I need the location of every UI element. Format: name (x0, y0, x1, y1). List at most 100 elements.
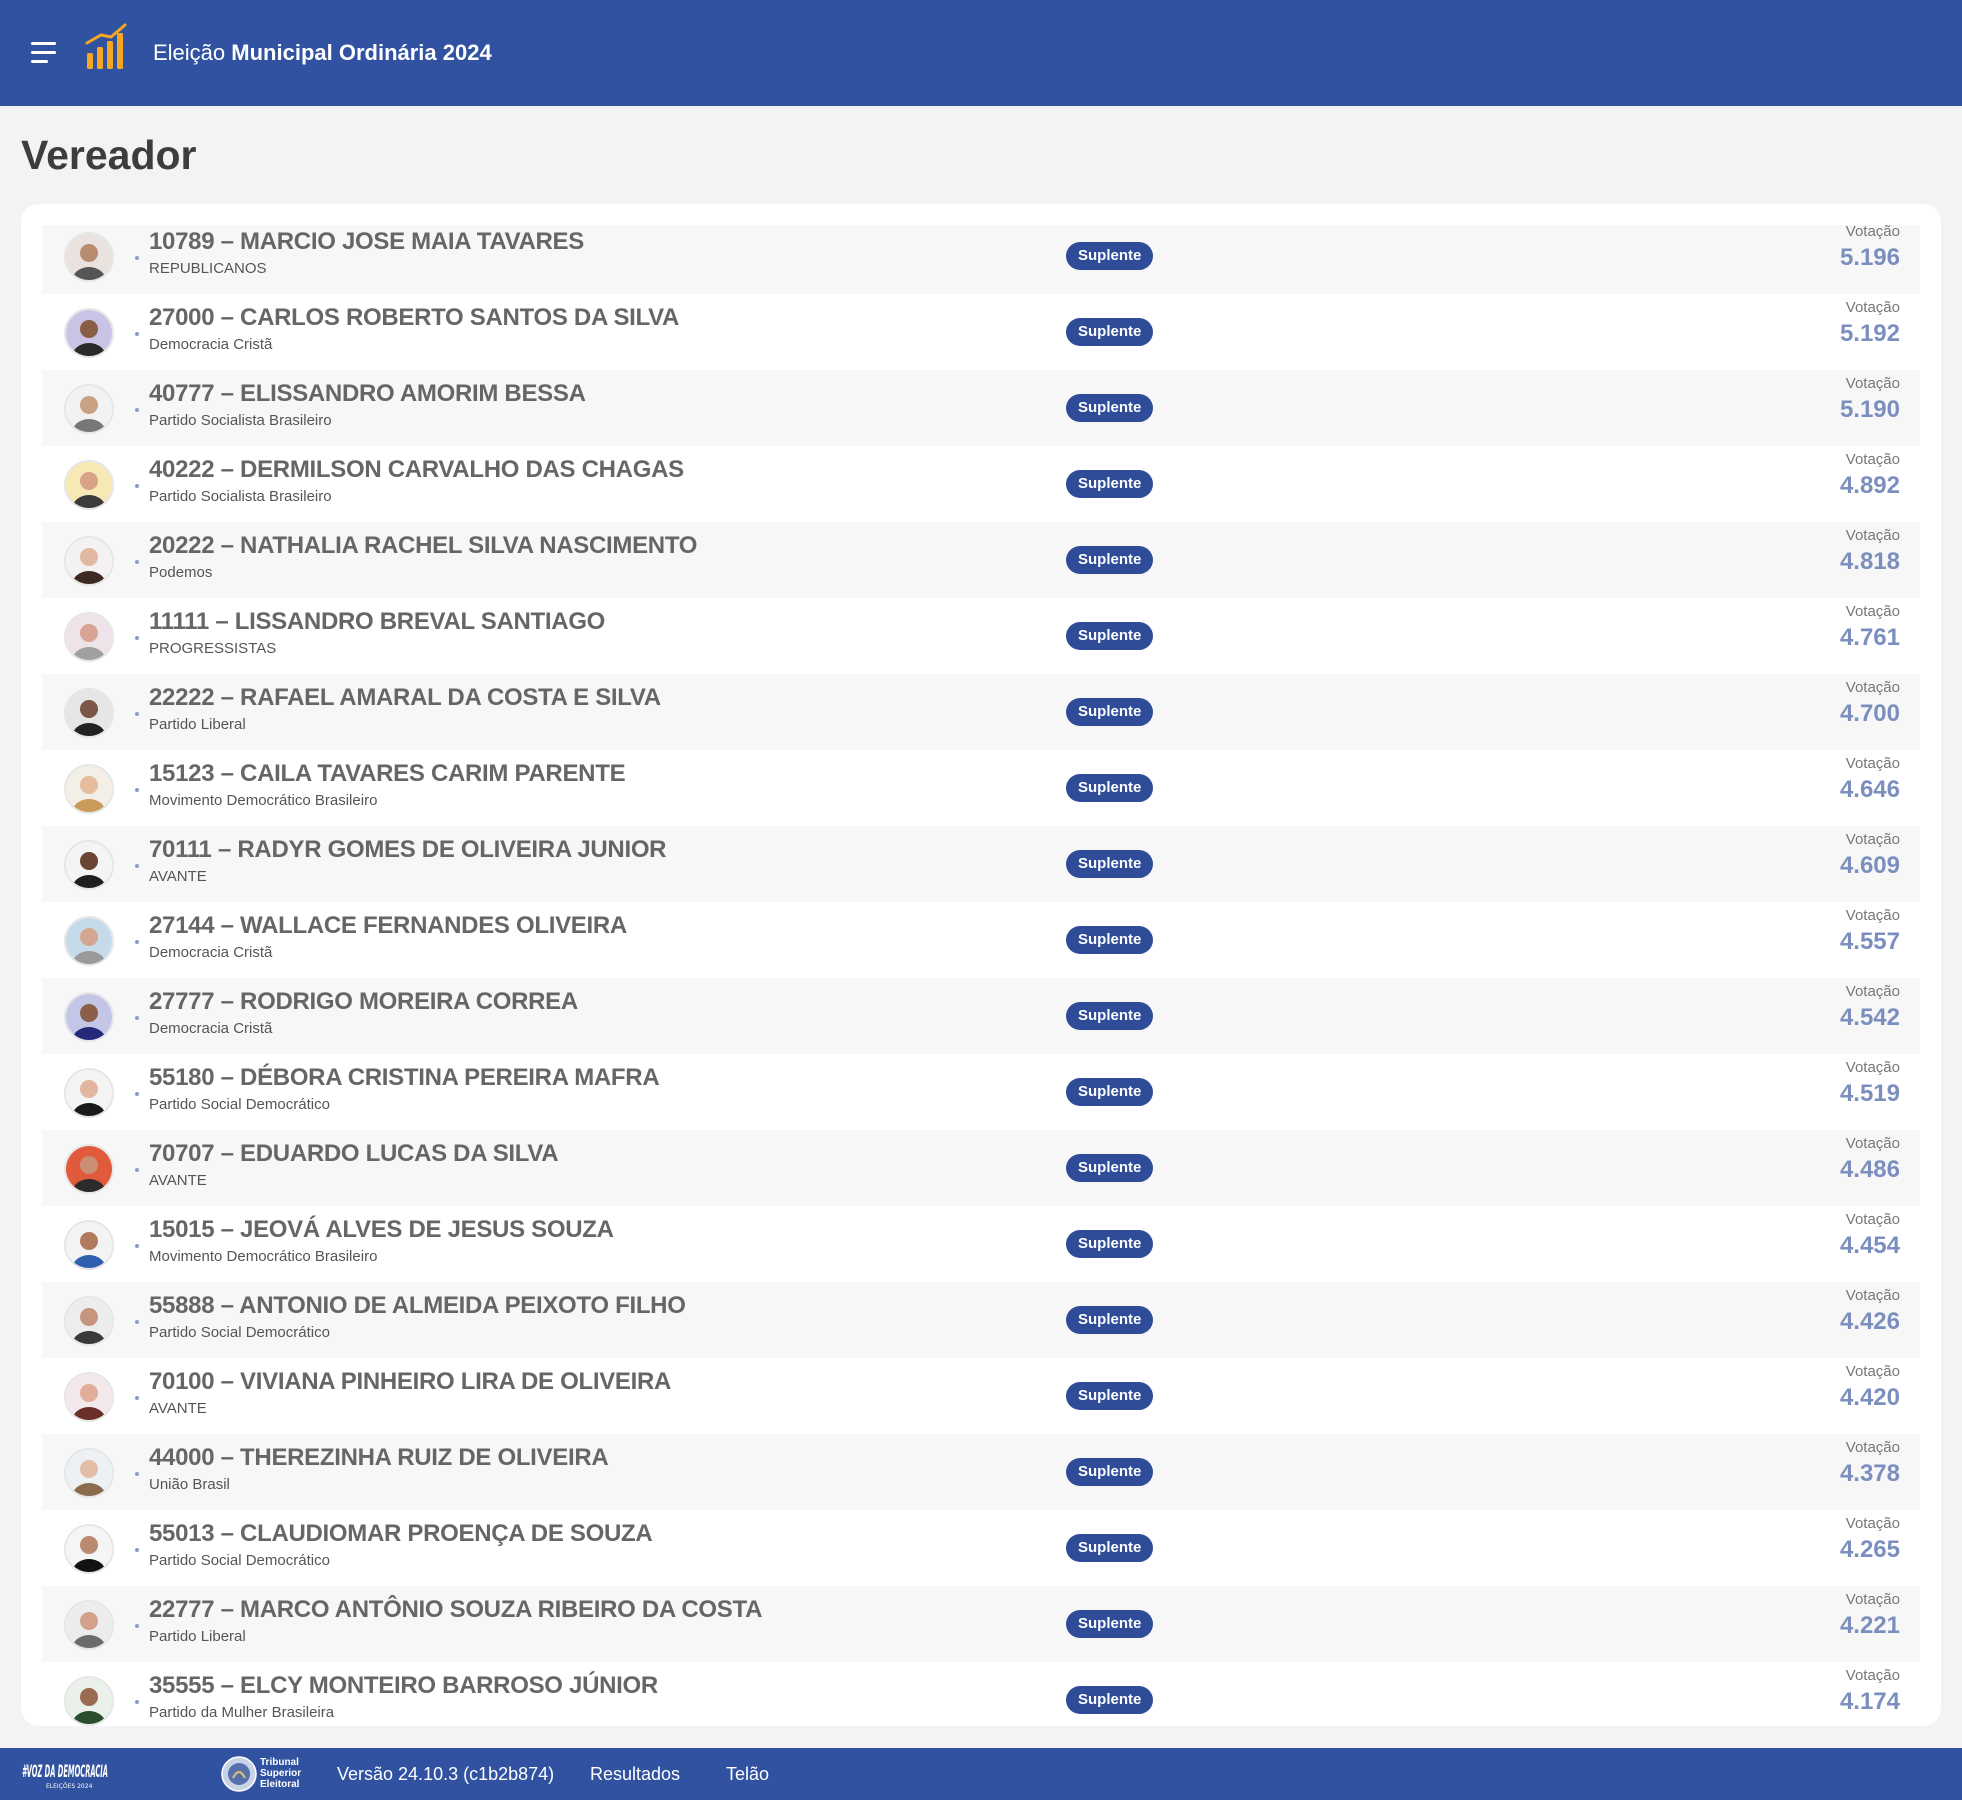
tse-seal-icon (221, 1756, 257, 1792)
vote-label: Votação (1845, 1439, 1900, 1456)
candidate-party: Partido Socialista Brasileiro (149, 488, 332, 505)
separator-dot (135, 332, 139, 336)
candidate-party: Partido Liberal (149, 716, 246, 733)
candidate-photo (64, 1296, 114, 1346)
person-avatar-icon (66, 918, 112, 964)
candidate-name: 55180 – DÉBORA CRISTINA PEREIRA MAFRA (149, 1064, 660, 1091)
candidate-photo (64, 1144, 114, 1194)
person-avatar-icon (66, 1602, 112, 1648)
candidate-row[interactable]: 27144 – WALLACE FERNANDES OLIVEIRA Democr… (42, 902, 1920, 978)
candidate-party: Partido da Mulher Brasileira (149, 1704, 335, 1721)
status-badge: Suplente (1066, 242, 1154, 270)
person-avatar-icon (66, 462, 112, 508)
status-badge: Suplente (1066, 1534, 1154, 1562)
candidate-photo (64, 384, 114, 434)
vote-count: 4.519 (1839, 1080, 1900, 1107)
status-badge: Suplente (1066, 1306, 1154, 1334)
status-badge: Suplente (1066, 1078, 1154, 1106)
candidate-row[interactable]: 55180 – DÉBORA CRISTINA PEREIRA MAFRA Par… (42, 1054, 1920, 1130)
candidate-row[interactable]: 20222 – NATHALIA RACHEL SILVA NASCIMENTO… (42, 522, 1920, 598)
candidate-party: Partido Social Democrático (149, 1096, 330, 1113)
screen-link[interactable]: Telão (726, 1764, 769, 1785)
candidate-row[interactable]: 27000 – CARLOS ROBERTO SANTOS DA SILVA De… (42, 294, 1920, 370)
candidate-row[interactable]: 70100 – VIVIANA PINHEIRO LIRA DE OLIVEIR… (42, 1358, 1920, 1434)
vote-count: 4.486 (1839, 1156, 1900, 1183)
separator-dot (135, 788, 139, 792)
person-avatar-icon (66, 1526, 112, 1572)
separator-dot (135, 256, 139, 260)
vote-count: 4.265 (1839, 1536, 1900, 1563)
candidate-name: 70111 – RADYR GOMES DE OLIVEIRA JUNIOR (149, 836, 667, 863)
candidate-row[interactable]: 27777 – RODRIGO MOREIRA CORREA Democracia… (42, 978, 1920, 1054)
candidate-row[interactable]: 55888 – ANTONIO DE ALMEIDA PEIXOTO FILHO… (42, 1282, 1920, 1358)
candidate-photo (64, 232, 114, 282)
hamburger-menu-icon[interactable] (31, 42, 56, 63)
vote-count: 4.700 (1839, 700, 1900, 727)
vote-count: 4.420 (1839, 1384, 1900, 1411)
voz-logo-sub: ELEIÇÕES 2024 (46, 1783, 93, 1790)
candidate-name: 27777 – RODRIGO MOREIRA CORREA (149, 988, 578, 1015)
candidate-name: 27144 – WALLACE FERNANDES OLIVEIRA (149, 912, 627, 939)
candidate-row[interactable]: 70707 – EDUARDO LUCAS DA SILVA AVANTE Supl… (42, 1130, 1920, 1206)
candidate-list[interactable]: 10789 – MARCIO JOSE MAIA TAVARES REPUBLIC… (42, 225, 1920, 1726)
vote-label: Votação (1845, 1515, 1900, 1532)
candidate-row[interactable]: 44000 – THEREZINHA RUIZ DE OLIVEIRA União… (42, 1434, 1920, 1510)
candidate-row[interactable]: 15015 – JEOVÁ ALVES DE JESUS SOUZA Movime… (42, 1206, 1920, 1282)
vote-label: Votação (1845, 1363, 1900, 1380)
candidate-row[interactable]: 22222 – RAFAEL AMARAL DA COSTA E SILVA Pa… (42, 674, 1920, 750)
status-badge: Suplente (1066, 394, 1154, 422)
separator-dot (135, 1168, 139, 1172)
vote-label: Votação (1845, 1135, 1900, 1152)
vote-label: Votação (1845, 831, 1900, 848)
status-badge: Suplente (1066, 698, 1154, 726)
candidate-photo (64, 1600, 114, 1650)
separator-dot (135, 560, 139, 564)
person-avatar-icon (66, 1298, 112, 1344)
candidate-row[interactable]: 11111 – LISSANDRO BREVAL SANTIAGO PROGRES… (42, 598, 1920, 674)
candidate-row[interactable]: 55013 – CLAUDIOMAR PROENÇA DE SOUZA Parti… (42, 1510, 1920, 1586)
candidate-party: Democracia Cristã (149, 336, 273, 353)
candidate-row[interactable]: 40222 – DERMILSON CARVALHO DAS CHAGAS Par… (42, 446, 1920, 522)
candidate-row[interactable]: 35555 – ELCY MONTEIRO BARROSO JÚNIOR Part… (42, 1662, 1920, 1726)
page-title: Vereador (21, 132, 197, 178)
candidate-row[interactable]: 22777 – MARCO ANTÔNIO SOUZA RIBEIRO DA C… (42, 1586, 1920, 1662)
candidate-party: Partido Social Democrático (149, 1324, 330, 1341)
vote-label: Votação (1845, 527, 1900, 544)
person-avatar-icon (66, 614, 112, 660)
candidate-name: 11111 – LISSANDRO BREVAL SANTIAGO (149, 608, 606, 635)
separator-dot (135, 1320, 139, 1324)
person-avatar-icon (66, 1070, 112, 1116)
vote-label: Votação (1845, 451, 1900, 468)
separator-dot (135, 1624, 139, 1628)
candidate-name: 20222 – NATHALIA RACHEL SILVA NASCIMENTO (149, 532, 698, 559)
candidate-name: 35555 – ELCY MONTEIRO BARROSO JÚNIOR (149, 1672, 658, 1699)
separator-dot (135, 1472, 139, 1476)
vote-count: 4.646 (1839, 776, 1900, 803)
vote-count: 5.196 (1839, 244, 1900, 271)
candidate-name: 27000 – CARLOS ROBERTO SANTOS DA SILVA (149, 304, 680, 331)
candidate-photo (64, 1220, 114, 1270)
vote-count: 5.192 (1839, 320, 1900, 347)
candidate-name: 40777 – ELISSANDRO AMORIM BESSA (149, 380, 586, 407)
vote-label: Votação (1845, 1667, 1900, 1684)
candidate-name: 44000 – THEREZINHA RUIZ DE OLIVEIRA (149, 1444, 609, 1471)
vote-count: 4.761 (1839, 624, 1900, 651)
person-avatar-icon (66, 842, 112, 888)
candidate-party: Partido Liberal (149, 1628, 246, 1645)
vote-label: Votação (1845, 225, 1900, 240)
vote-count: 4.454 (1839, 1232, 1900, 1259)
candidate-photo (64, 460, 114, 510)
vote-count: 4.221 (1839, 1612, 1900, 1639)
candidate-row[interactable]: 15123 – CAILA TAVARES CARIM PARENTE Movim… (42, 750, 1920, 826)
results-link[interactable]: Resultados (590, 1764, 680, 1785)
candidate-photo (64, 1448, 114, 1498)
candidate-row[interactable]: 40777 – ELISSANDRO AMORIM BESSA Partido S… (42, 370, 1920, 446)
top-bar: Eleição Municipal Ordinária 2024 (0, 0, 1962, 106)
candidate-row[interactable]: 70111 – RADYR GOMES DE OLIVEIRA JUNIOR AV… (42, 826, 1920, 902)
vote-count: 4.542 (1839, 1004, 1900, 1031)
candidate-party: Partido Socialista Brasileiro (149, 412, 332, 429)
candidate-photo (64, 840, 114, 890)
candidate-row[interactable]: 10789 – MARCIO JOSE MAIA TAVARES REPUBLIC… (42, 225, 1920, 294)
separator-dot (135, 636, 139, 640)
vote-count: 4.174 (1839, 1688, 1900, 1715)
